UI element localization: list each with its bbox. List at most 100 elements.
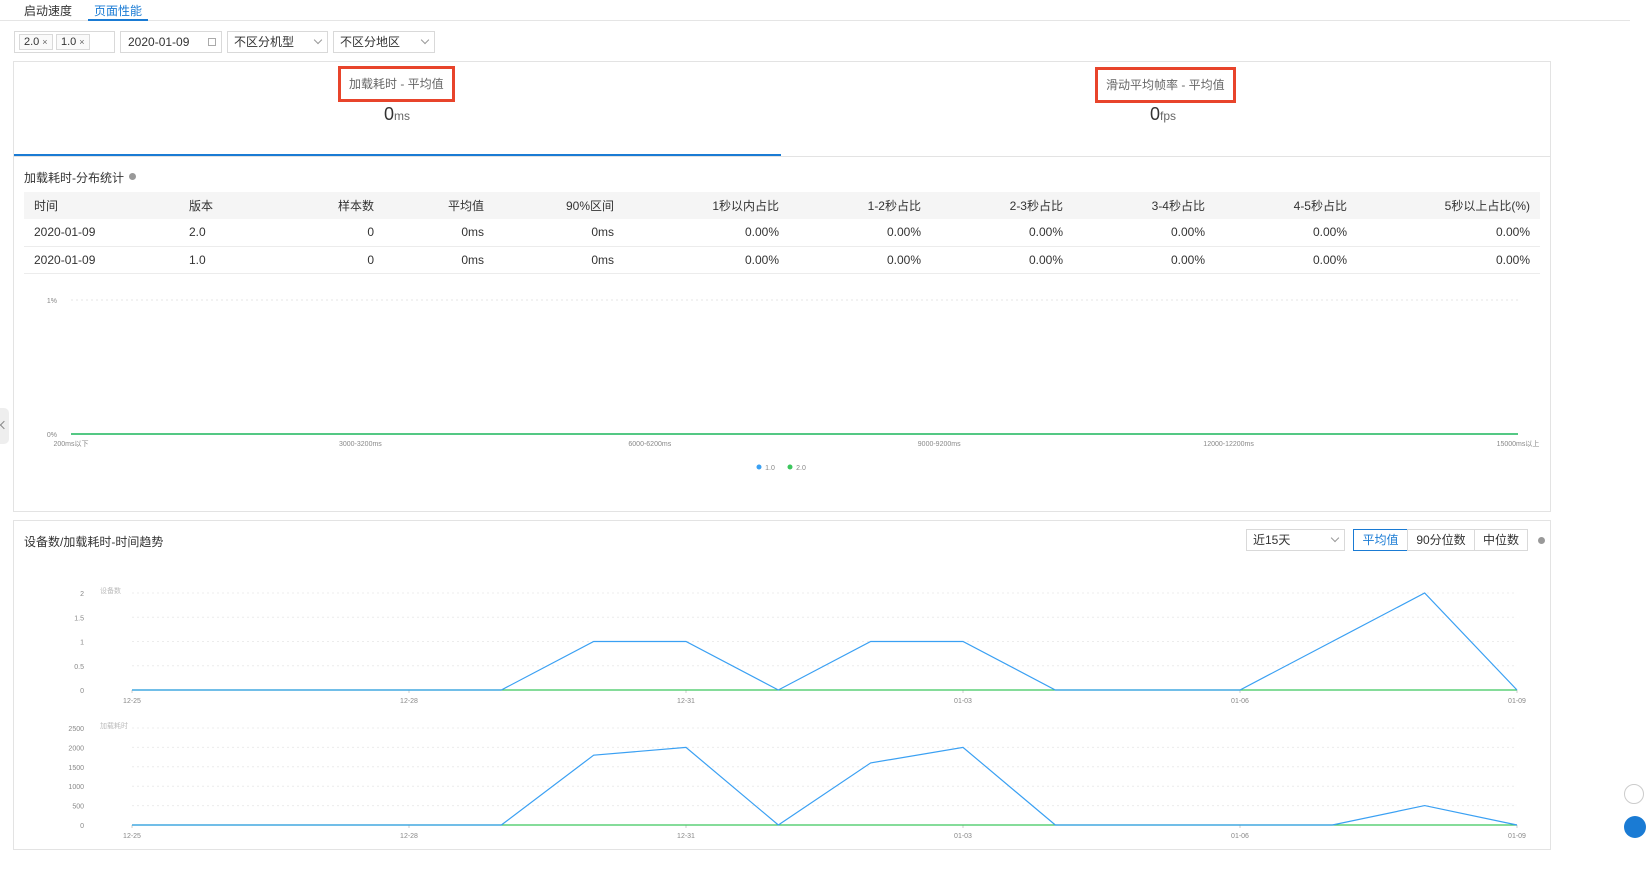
- distribution-chart: 0% 1% 200ms以下 3000-3200ms 6000-6200ms 9000-92…: [47, 298, 1540, 472]
- table-cell: 0: [274, 246, 384, 274]
- date-value: 2020-01-09: [128, 35, 190, 49]
- x-tick-label: 01-03: [954, 833, 972, 840]
- y-tick-label: 0: [80, 688, 84, 695]
- metric-unit: ms: [394, 109, 410, 123]
- tab-startup-speed[interactable]: 启动速度: [24, 2, 72, 21]
- x-tick-label: 12-31: [677, 833, 695, 840]
- column-header: 平均值: [384, 192, 494, 219]
- y-tick-label: 0.5: [74, 664, 84, 671]
- legend-label: 1.0: [765, 465, 775, 472]
- x-tick-label: 6000-6200ms: [628, 441, 671, 448]
- legend-marker: [787, 464, 793, 470]
- y-tick-label: 1000: [68, 784, 84, 791]
- table-cell: 0.00%: [624, 219, 789, 247]
- help-icon[interactable]: [129, 173, 136, 180]
- legend-marker: [756, 464, 762, 470]
- device-type-select[interactable]: 不区分机型: [227, 31, 328, 53]
- column-header: 时间: [24, 192, 179, 219]
- column-header: 4-5秒占比: [1215, 192, 1357, 219]
- table-row: 2020-01-09 2.0 0 0ms 0ms 0.00% 0.00% 0.00% 0.00%…: [24, 219, 1540, 247]
- x-tick-label: 01-03: [954, 698, 972, 705]
- column-header: 90%区间: [494, 192, 624, 219]
- x-tick-label: 12-31: [677, 698, 695, 705]
- metric-value: 0fps: [1095, 104, 1231, 125]
- table-cell: 2020-01-09: [24, 219, 179, 247]
- table-cell: 0.00%: [789, 246, 931, 274]
- metric-label: 加载耗时 - 平均值: [338, 66, 455, 102]
- x-tick-label: 12000-12200ms: [1203, 441, 1254, 448]
- sidebar-collapse-handle[interactable]: [0, 408, 9, 444]
- distribution-table: 时间 版本 样本数 平均值 90%区间 1秒以内占比 1-2秒占比 2-3秒占比 3-4秒占比 4…: [24, 192, 1540, 274]
- y-axis-title: 设备数: [100, 586, 121, 595]
- tab-page-performance[interactable]: 页面性能: [88, 2, 149, 21]
- metric-label-text: 滑动平均帧率 - 平均值: [1106, 78, 1225, 92]
- apps-icon[interactable]: [1624, 816, 1646, 838]
- table-cell: 0.00%: [1357, 219, 1540, 247]
- chat-icon[interactable]: [1624, 784, 1644, 804]
- stat-button-mean[interactable]: 平均值: [1353, 529, 1408, 551]
- time-range-select[interactable]: 近15天: [1246, 529, 1345, 551]
- x-tick-label: 9000-9200ms: [918, 441, 961, 448]
- x-tick-label: 12-25: [123, 698, 141, 705]
- remove-tag-icon[interactable]: ×: [42, 37, 47, 47]
- table-cell: 0: [274, 219, 384, 247]
- x-tick-label: 01-06: [1231, 698, 1249, 705]
- table-cell: 0.00%: [931, 219, 1073, 247]
- version-tag-label: 2.0: [24, 36, 40, 48]
- date-picker[interactable]: 2020-01-09: [120, 31, 222, 53]
- table-cell: 0.00%: [931, 246, 1073, 274]
- column-header: 5秒以上占比(%): [1357, 192, 1540, 219]
- table-cell: 0.00%: [1073, 219, 1215, 247]
- x-tick-label: 12-25: [123, 833, 141, 840]
- column-header: 3-4秒占比: [1073, 192, 1215, 219]
- table-cell: 2.0: [179, 219, 274, 247]
- y-tick-label: 1%: [47, 298, 57, 305]
- y-tick-label: 1: [80, 640, 84, 647]
- help-icon[interactable]: [1538, 537, 1545, 544]
- stat-button-median[interactable]: 中位数: [1474, 529, 1528, 551]
- y-tick-label: 0%: [47, 432, 57, 439]
- y-axis-title: 加载耗时: [100, 721, 128, 730]
- column-header: 样本数: [274, 192, 384, 219]
- table-cell: 0.00%: [624, 246, 789, 274]
- metric-value-number: 0: [383, 104, 394, 124]
- metric-value: 0ms: [338, 104, 456, 125]
- table-cell: 0.00%: [1215, 219, 1357, 247]
- version-tag-2-0: 2.0 ×: [19, 34, 53, 50]
- y-tick-label: 2: [80, 591, 84, 598]
- metric-unit: fps: [1160, 109, 1177, 123]
- legend-label: 2.0: [796, 465, 806, 472]
- device-count-trend-chart: 设备数 0 0.5 1 1.5 2 12-25 12-28 12-31 01-03 01-06 01-…: [74, 586, 1526, 705]
- metric-label: 滑动平均帧率 - 平均值: [1095, 67, 1236, 103]
- chevron-down-icon: [420, 35, 430, 45]
- device-type-value: 不区分机型: [234, 35, 295, 49]
- x-tick-label: 01-09: [1508, 833, 1526, 840]
- y-tick-label: 0: [80, 823, 84, 830]
- remove-tag-icon[interactable]: ×: [79, 37, 84, 47]
- table-header-row: 时间 版本 样本数 平均值 90%区间 1秒以内占比 1-2秒占比 2-3秒占比 3-4秒占比 4…: [24, 192, 1540, 219]
- table-cell: 0.00%: [1215, 246, 1357, 274]
- stat-button-p90[interactable]: 90分位数: [1407, 529, 1475, 551]
- table-cell: 0ms: [384, 219, 494, 247]
- trend-panel: 设备数/加载耗时-时间趋势 近15天 平均值 90分位数 中位数 设备数 0 0.5…: [13, 520, 1551, 850]
- version-tag-1-0: 1.0 ×: [56, 34, 90, 50]
- column-header: 版本: [179, 192, 274, 219]
- x-tick-label: 15000ms以上: [1497, 439, 1540, 448]
- column-header: 1-2秒占比: [789, 192, 931, 219]
- x-tick-label: 12-28: [400, 698, 418, 705]
- chevron-down-icon: [313, 35, 323, 45]
- y-tick-label: 1.5: [74, 615, 84, 622]
- version-multiselect[interactable]: 2.0 × 1.0 ×: [14, 31, 115, 53]
- region-value: 不区分地区: [340, 35, 401, 49]
- y-tick-label: 1500: [68, 765, 84, 772]
- region-select[interactable]: 不区分地区: [333, 31, 435, 53]
- table-cell: 0.00%: [1357, 246, 1540, 274]
- calendar-icon: [208, 38, 216, 46]
- version-tag-label: 1.0: [61, 36, 77, 48]
- metric-value-number: 0: [1149, 104, 1160, 124]
- x-tick-label: 3000-3200ms: [339, 441, 382, 448]
- distribution-title: 加载耗时-分布统计: [24, 169, 136, 186]
- y-tick-label: 500: [72, 804, 84, 811]
- table-cell: 1.0: [179, 246, 274, 274]
- x-tick-label: 01-09: [1508, 698, 1526, 705]
